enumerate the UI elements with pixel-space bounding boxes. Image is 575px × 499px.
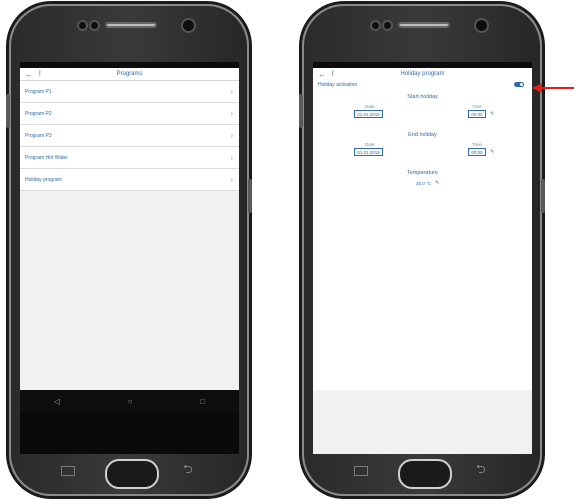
- front-sensor: [77, 20, 88, 31]
- temperature-title: Temperature: [407, 170, 438, 176]
- back-arrow-icon[interactable]: ←: [25, 70, 33, 79]
- phone-chin: [20, 412, 239, 454]
- earpiece-speaker: [398, 22, 450, 28]
- list-item-program-p2[interactable]: Program P2 ›: [20, 103, 239, 125]
- front-sensor: [382, 20, 393, 31]
- end-time-label: Time: [472, 142, 482, 147]
- volume-button: [6, 94, 10, 128]
- chevron-right-icon: ›: [230, 109, 233, 118]
- power-button: [248, 179, 252, 213]
- list-item-holiday-program[interactable]: Holiday program ›: [20, 169, 239, 191]
- holiday-activation-toggle[interactable]: [514, 82, 524, 87]
- red-arrow-icon: [532, 83, 574, 93]
- list-item-program-p1[interactable]: Program P1 ›: [20, 81, 239, 103]
- end-date-field[interactable]: 01.01.2018: [354, 148, 383, 156]
- edit-pencil-icon[interactable]: ✎: [490, 149, 494, 155]
- end-holiday-title: End holiday: [408, 132, 437, 138]
- app-header: ← ᛒ Programs: [20, 68, 239, 81]
- bluetooth-icon: ᛒ: [331, 71, 335, 77]
- list-item-label: Program P2: [25, 110, 52, 117]
- list-item-label: Program P3: [25, 132, 52, 139]
- power-button: [541, 179, 545, 213]
- page-title: Holiday program: [400, 71, 445, 77]
- temperature-value: 20,0 °C: [416, 181, 432, 186]
- edit-pencil-icon[interactable]: ✎: [490, 111, 494, 117]
- bluetooth-icon: ᛒ: [38, 71, 42, 77]
- start-time-field[interactable]: 00:00: [468, 110, 486, 118]
- list-item-program-hot-water[interactable]: Program Hot Water ›: [20, 147, 239, 169]
- holiday-activation-row: Holiday activation: [313, 80, 532, 90]
- chevron-right-icon: ›: [230, 175, 233, 184]
- back-arrow-icon[interactable]: ←: [318, 70, 326, 79]
- end-time-field[interactable]: 00:00: [468, 148, 486, 156]
- chevron-right-icon: ›: [230, 153, 233, 162]
- nav-back-icon[interactable]: ◁: [54, 397, 60, 406]
- front-sensor: [370, 20, 381, 31]
- list-item-label: Holiday program: [25, 176, 62, 183]
- edit-pencil-icon[interactable]: ✎: [435, 180, 439, 186]
- back-key-icon[interactable]: ⮌: [476, 460, 486, 481]
- start-holiday-title: Start holiday: [407, 94, 438, 100]
- end-date-label: Date: [365, 142, 375, 147]
- front-camera: [181, 18, 196, 33]
- nav-home-icon[interactable]: ○: [128, 397, 133, 406]
- front-sensor: [89, 20, 100, 31]
- screen-bottom-area: [313, 390, 532, 454]
- recent-apps-key[interactable]: [354, 466, 368, 476]
- home-button[interactable]: [105, 459, 159, 489]
- left-phone: ← ᛒ Programs Program P1 › Program P2 › P…: [6, 4, 252, 496]
- start-date-field[interactable]: 01.01.2018: [354, 110, 383, 118]
- list-item-label: Program P1: [25, 88, 52, 95]
- right-phone: ← ᛒ Holiday program Holiday activation S…: [299, 4, 545, 496]
- start-date-label: Date: [365, 104, 375, 109]
- earpiece-speaker: [105, 22, 157, 28]
- home-button[interactable]: [398, 459, 452, 489]
- chevron-right-icon: ›: [230, 87, 233, 96]
- holiday-program-form: Holiday activation Start holiday Date 01…: [313, 80, 532, 390]
- volume-button: [299, 94, 303, 128]
- programs-list: Program P1 › Program P2 › Program P3 › P…: [20, 81, 239, 191]
- list-item-program-p3[interactable]: Program P3 ›: [20, 125, 239, 147]
- front-camera: [474, 18, 489, 33]
- list-item-label: Program Hot Water: [25, 154, 68, 161]
- android-nav-bar: ◁ ○ □: [20, 390, 239, 412]
- start-time-label: Time: [472, 104, 482, 109]
- holiday-activation-label: Holiday activation: [318, 82, 358, 88]
- left-screen: ← ᛒ Programs Program P1 › Program P2 › P…: [20, 62, 239, 454]
- page-title: Programs: [116, 71, 143, 77]
- nav-recents-icon[interactable]: □: [200, 397, 205, 406]
- recent-apps-key[interactable]: [61, 466, 75, 476]
- chevron-right-icon: ›: [230, 131, 233, 140]
- right-screen: ← ᛒ Holiday program Holiday activation S…: [313, 62, 532, 454]
- back-key-icon[interactable]: ⮌: [183, 460, 193, 481]
